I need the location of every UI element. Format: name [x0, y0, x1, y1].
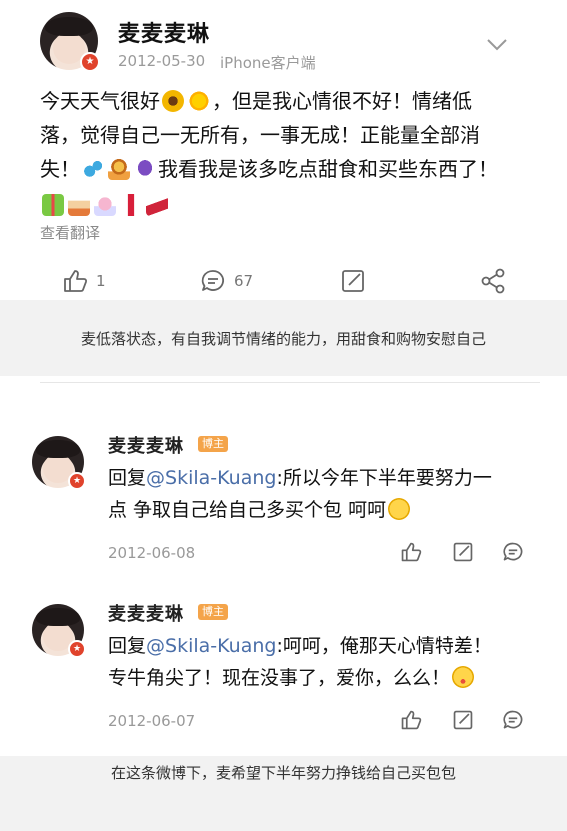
- like-icon[interactable]: [400, 541, 422, 563]
- view-translation-link[interactable]: 查看翻译: [40, 222, 100, 243]
- like-button[interactable]: 1: [62, 268, 106, 294]
- like-count: 1: [96, 272, 106, 290]
- post-author-name[interactable]: 麦麦麦琳: [118, 16, 210, 48]
- comment-button[interactable]: 67: [200, 268, 253, 294]
- author-tag-badge: 博主: [198, 436, 228, 452]
- high-heel-icon: [146, 194, 168, 216]
- reply-prefix: 回复: [108, 467, 147, 489]
- post-content-line-2: 落，觉得自己一无所有，一事无成！正能量全部消: [40, 123, 480, 147]
- umbrella-rain-icon: [134, 158, 156, 180]
- replies-card: ★ 麦麦麦琳 博主 回复@Skila-Kuang:所以今年下半年要努力一 点 争…: [0, 376, 567, 756]
- edit-forward-icon[interactable]: [452, 541, 474, 563]
- verified-badge-icon: ★: [68, 472, 86, 490]
- reply-text-segment: 专牛角尖了！现在没事了，爱你，么么！: [108, 667, 451, 689]
- avatar-hair: [36, 608, 80, 626]
- caption-post: 麦低落状态，有自我调节情绪的能力，用甜食和购物安慰自己: [80, 330, 486, 348]
- reply-prefix: 回复: [108, 635, 147, 657]
- lipstick-icon: [120, 194, 142, 216]
- chevron-down-icon[interactable]: [486, 38, 508, 52]
- sunflower-icon: [162, 90, 184, 112]
- post-date: 2012-05-30: [118, 52, 206, 70]
- post-text-segment: 我看我是该多吃点甜食和买些东西了！: [158, 157, 498, 181]
- comment-icon[interactable]: [502, 709, 524, 731]
- reply-author-name[interactable]: 麦麦麦琳: [108, 600, 184, 626]
- reply-text-segment: 点 争取自己给自己多买个包 呵呵: [108, 499, 387, 521]
- sun-icon: [188, 90, 210, 112]
- post-content-line-3: 失！ 我看我是该多吃点甜食和买些东西了！: [40, 152, 530, 186]
- verified-badge-icon: ★: [80, 52, 100, 72]
- edit-forward-icon[interactable]: [340, 268, 366, 294]
- reply-text-line-1: 回复@Skila-Kuang:所以今年下半年要努力一: [108, 462, 528, 494]
- mention-link[interactable]: @Skila-Kuang: [146, 635, 276, 657]
- reply-text-segment: :所以今年下半年要努力一: [276, 467, 492, 489]
- mention-link[interactable]: @Skila-Kuang: [146, 467, 276, 489]
- thumbs-up-icon: [64, 270, 88, 292]
- kissing-face-icon: [452, 666, 475, 688]
- post-content-line-1: 今天天气很好 ，但是我心情很不好！情绪低: [40, 84, 530, 118]
- reply-text: 回复@Skila-Kuang:所以今年下半年要努力一 点 争取自己给自己多买个包…: [108, 462, 528, 526]
- cake-icon: [68, 194, 90, 216]
- person-bowing-icon: [108, 158, 130, 180]
- sweat-drops-icon: [82, 158, 104, 180]
- shaved-ice-icon: [94, 194, 116, 216]
- like-icon[interactable]: [400, 709, 422, 731]
- share-icon[interactable]: [480, 268, 506, 294]
- comment-count: 67: [234, 272, 254, 290]
- reply-text-line-2: 专牛角尖了！现在没事了，爱你，么么！: [108, 662, 528, 694]
- reply-text: 回复@Skila-Kuang:呵呵，俺那天心情特差！ 专牛角尖了！现在没事了，爱…: [108, 630, 528, 694]
- comment-icon: [201, 270, 225, 291]
- avatar-hair: [44, 16, 94, 37]
- avatar-hair: [36, 440, 80, 458]
- verified-badge-icon: ★: [68, 640, 86, 658]
- post-source: iPhone客户端: [220, 54, 316, 72]
- post-content: 今天天气很好 ，但是我心情很不好！情绪低 落，觉得自己一无所有，一事无成！正能量全…: [40, 84, 530, 222]
- post-text-segment: 失！: [40, 157, 80, 181]
- reply-author-name[interactable]: 麦麦麦琳: [108, 432, 184, 458]
- replies-top-divider: [40, 382, 540, 383]
- reply-date: 2012-06-07: [108, 712, 196, 730]
- comment-icon[interactable]: [502, 541, 524, 563]
- reply-date: 2012-06-08: [108, 544, 196, 562]
- post-text-segment: 今天天气很好: [40, 89, 160, 113]
- reply-text-segment: :呵呵，俺那天心情特差！: [276, 635, 492, 657]
- author-tag-badge: 博主: [198, 604, 228, 620]
- reply-text-line-2: 点 争取自己给自己多买个包 呵呵: [108, 494, 528, 526]
- post-content-line-4: [40, 188, 530, 222]
- edit-forward-icon[interactable]: [452, 709, 474, 731]
- post-text-segment: ，但是我心情很不好！情绪低: [212, 89, 472, 113]
- reply-text-line-1: 回复@Skila-Kuang:呵呵，俺那天心情特差！: [108, 630, 528, 662]
- grinning-face-icon: [388, 498, 411, 520]
- caption-replies: 在这条微博下，麦希望下半年努力挣钱给自己买包包: [110, 764, 456, 782]
- post-card: ★ 麦麦麦琳 2012-05-30 iPhone客户端 今天天气很好 ，但是我心情…: [0, 0, 567, 300]
- gift-icon: [42, 194, 64, 216]
